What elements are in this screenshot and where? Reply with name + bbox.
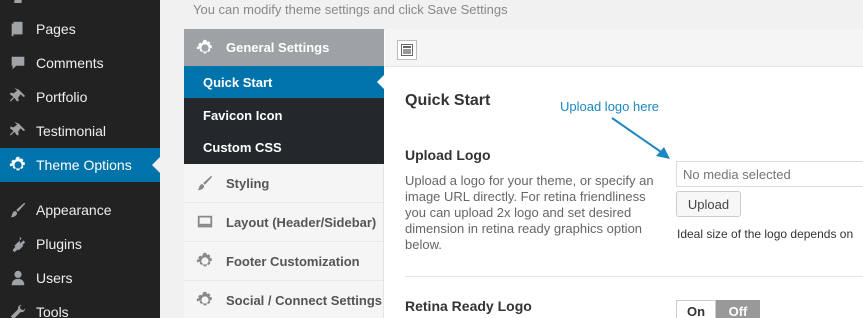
options-nav-social-connect[interactable]: Social / Connect Settings (184, 281, 383, 318)
sidebar-item-label: Users (36, 270, 73, 286)
gear-icon (184, 291, 226, 309)
options-nav-label: Styling (226, 175, 270, 191)
dashboard-icon (0, 0, 36, 12)
options-nav-label: Layout (Header/Sidebar) (226, 214, 377, 230)
sidebar-item-pages[interactable]: Pages (0, 12, 160, 46)
upload-button[interactable]: Upload (676, 191, 741, 217)
settings-notice: You can modify theme settings and click … (193, 2, 508, 17)
sidebar-item-theme-options[interactable]: Theme Options (0, 148, 160, 182)
logo-size-note: Ideal size of the logo depends on (677, 227, 854, 241)
pin-icon (0, 122, 36, 140)
options-nav-layout[interactable]: Layout (Header/Sidebar) (184, 203, 383, 242)
sidebar-item-label: Theme Options (36, 157, 132, 173)
options-subnav: Quick Start Favicon Icon Custom CSS (184, 66, 384, 164)
options-nav-label: Social / Connect Settings (226, 292, 383, 308)
sidebar-item-plugins[interactable]: Plugins (0, 227, 160, 261)
toggle-on-option[interactable]: On (676, 300, 716, 318)
section-title: Quick Start (405, 92, 491, 109)
gear-icon (0, 156, 36, 174)
options-nav: General Settings Quick Start Favicon Ico… (184, 29, 384, 318)
retina-logo-toggle[interactable]: On Off (676, 300, 760, 318)
sidebar-item-label: Plugins (36, 236, 82, 252)
sidebar-item-tools[interactable]: Tools (0, 295, 160, 318)
sidebar-item-testimonial[interactable]: Testimonial (0, 114, 160, 148)
pages-icon (0, 20, 36, 38)
options-nav-label: Footer Customization (226, 253, 360, 269)
sidebar-item-label: Comments (36, 55, 104, 71)
sidebar-item-label: Tools (36, 304, 69, 318)
upload-logo-title: Upload Logo (405, 147, 491, 163)
layout-toggle-button[interactable] (397, 40, 417, 60)
sidebar-item-label: Testimonial (36, 123, 107, 139)
options-nav-styling[interactable]: Styling (184, 164, 383, 203)
layout-icon (401, 44, 413, 56)
admin-sidebar: Pages Comments Portfolio Testimonial The… (0, 0, 160, 318)
upload-logo-description: Upload a logo for your theme, or specify… (405, 173, 654, 252)
sidebar-item-appearance[interactable]: Appearance (0, 193, 160, 227)
layout-icon (184, 213, 226, 231)
logo-media-input[interactable] (676, 161, 863, 187)
content-toolbar (385, 29, 863, 67)
brush-icon (0, 201, 36, 219)
options-nav-general-settings[interactable]: General Settings (184, 29, 384, 66)
options-nav-footer-customization[interactable]: Footer Customization (184, 242, 383, 281)
sidebar-item-label: Pages (36, 21, 76, 37)
subnav-custom-css[interactable]: Custom CSS (184, 131, 384, 163)
gear-icon (184, 39, 226, 57)
sidebar-item-portfolio[interactable]: Portfolio (0, 80, 160, 114)
user-icon (0, 269, 36, 287)
subnav-quick-start[interactable]: Quick Start (184, 66, 384, 98)
sidebar-item-label: Portfolio (36, 89, 88, 105)
comments-icon (0, 54, 36, 72)
sidebar-item-label: Appearance (36, 202, 112, 218)
options-nav-header-label: General Settings (226, 40, 330, 55)
plug-icon (0, 235, 36, 253)
toggle-off-option[interactable]: Off (716, 300, 760, 318)
gear-icon (184, 252, 226, 270)
wrench-icon (0, 303, 36, 318)
brush-icon (184, 174, 226, 192)
sidebar-item-comments[interactable]: Comments (0, 46, 160, 80)
annotation-arrow-icon (611, 117, 670, 159)
retina-logo-title: Retina Ready Logo (405, 298, 532, 314)
pin-icon (0, 88, 36, 106)
sidebar-item-users[interactable]: Users (0, 261, 160, 295)
sidebar-item-cut[interactable] (0, 0, 160, 12)
field-divider (405, 276, 863, 277)
subnav-favicon-icon[interactable]: Favicon Icon (184, 99, 384, 131)
